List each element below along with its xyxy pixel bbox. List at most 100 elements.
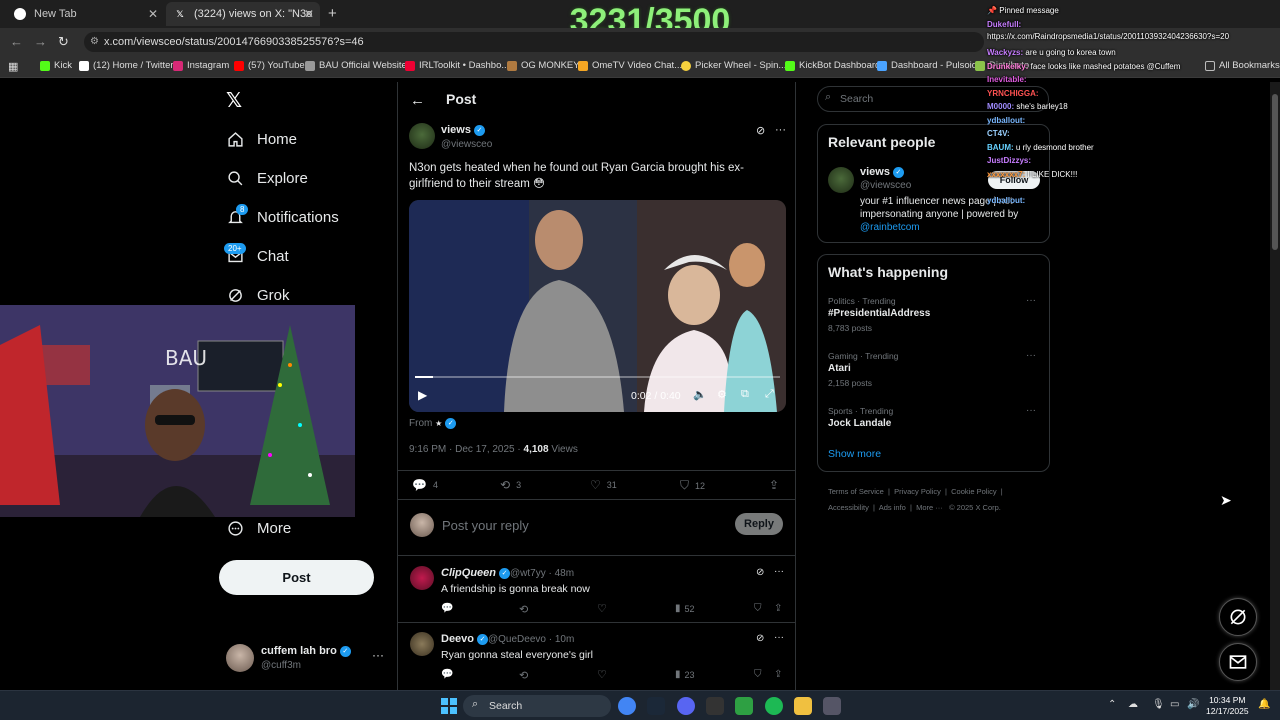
discord-icon[interactable]	[677, 697, 695, 715]
bookmark-picker-wheel[interactable]: Picker Wheel - Spin...	[681, 60, 786, 71]
relevant-link[interactable]: @rainbetcom	[860, 222, 920, 233]
volume-icon[interactable]: 🔊	[1187, 699, 1199, 710]
footer-link[interactable]: Terms of Service	[828, 487, 884, 496]
trend-item[interactable]: Sports · Trending Jock Landale ···	[818, 403, 1049, 439]
apps-icon[interactable]: ▦	[8, 60, 18, 73]
picture-in-picture-icon[interactable]: ⧉	[741, 388, 749, 401]
bookmark-og-monkey[interactable]: OG MONKEY	[507, 60, 580, 71]
tab-new-tab[interactable]: New Tab ✕	[6, 2, 164, 26]
bookmark-kick[interactable]: Kick	[40, 60, 72, 71]
grok-floating-button[interactable]	[1219, 598, 1257, 636]
like-action[interactable]: ♡	[597, 668, 607, 681]
like-action[interactable]: ♡	[597, 602, 607, 615]
notification-bell-icon[interactable]: 🔔	[1258, 699, 1270, 710]
views-action[interactable]: ▮ 23	[675, 669, 695, 680]
reply-action[interactable]: 💬 4	[412, 478, 438, 492]
footer-link[interactable]: Accessibility	[828, 503, 869, 512]
xbox-icon[interactable]	[735, 697, 753, 715]
share-action[interactable]: ⇪	[769, 478, 779, 492]
avatar[interactable]	[828, 167, 854, 193]
new-tab-icon[interactable]: +	[328, 5, 337, 22]
cloud-icon[interactable]: ☁	[1128, 699, 1138, 710]
app-icon[interactable]	[706, 697, 724, 715]
page-scrollbar[interactable]	[1270, 82, 1280, 690]
post-button[interactable]: Post	[219, 560, 374, 595]
list-item[interactable]: Deevo ✓ @QueDeevo · 10m ⊘ ··· Ryan gonna …	[398, 623, 796, 689]
more-options-icon[interactable]: ···	[1026, 405, 1036, 416]
nav-grok[interactable]: Grok	[226, 286, 290, 304]
nav-more[interactable]: More	[226, 519, 291, 537]
more-options-icon[interactable]: ···	[774, 632, 784, 643]
bookmark-instagram[interactable]: Instagram	[173, 60, 229, 71]
nav-home[interactable]: Home	[226, 130, 297, 148]
settings-icon[interactable]	[823, 697, 841, 715]
windows-start-icon[interactable]	[441, 698, 457, 714]
bookmark-kickbot[interactable]: KickBot Dashboard	[785, 60, 880, 71]
more-options-icon[interactable]: ···	[774, 566, 784, 577]
reply-action[interactable]: 💬	[441, 603, 453, 614]
video-progress-track[interactable]	[415, 376, 780, 378]
more-options-icon[interactable]: ···	[775, 124, 786, 136]
nav-explore[interactable]: Explore	[226, 169, 308, 187]
microphone-icon[interactable]: 🎙	[1152, 699, 1165, 710]
grok-icon[interactable]: ⊘	[756, 567, 764, 578]
trend-item[interactable]: Gaming · Trending Atari 2,158 posts ···	[818, 348, 1049, 396]
bookmark-ometv[interactable]: OmeTV Video Chat...	[578, 60, 682, 71]
video-player[interactable]: ▶ 0:02 / 0:40 🔈 ⚙ ⧉ ⤢	[409, 200, 786, 412]
bookmark-action[interactable]: ⛉ 12	[680, 478, 705, 493]
bookmark-irltoolkit[interactable]: IRLToolkit • Dashbo...	[405, 60, 509, 71]
forward-icon[interactable]: →	[34, 34, 47, 49]
settings-icon[interactable]: ⚙	[717, 388, 727, 401]
post-author-handle[interactable]: @viewsceo	[441, 139, 492, 150]
reply-author-name[interactable]: Deevo ✓	[441, 633, 489, 645]
avatar[interactable]	[409, 123, 435, 149]
repost-action[interactable]: ⟲	[519, 603, 528, 616]
relevant-handle[interactable]: @viewsceo	[860, 180, 911, 191]
reply-input[interactable]: Post your reply	[442, 518, 529, 533]
network-icon[interactable]: ▭	[1170, 699, 1179, 710]
fullscreen-icon[interactable]: ⤢	[765, 388, 774, 401]
more-options-icon[interactable]: ···	[1026, 295, 1036, 306]
scrollbar-thumb[interactable]	[1272, 94, 1278, 250]
avatar[interactable]	[410, 632, 434, 656]
steam-icon[interactable]	[647, 697, 665, 715]
back-icon[interactable]: ←	[10, 34, 23, 49]
relevant-name[interactable]: views ✓	[860, 166, 904, 178]
spotify-icon[interactable]	[765, 697, 783, 715]
url-field[interactable]: ⚙ x.com/viewsceo/status/2001476690338525…	[84, 32, 984, 52]
footer-link[interactable]: Ads info	[879, 503, 906, 512]
folder-icon[interactable]	[794, 697, 812, 715]
show-more-link[interactable]: Show more	[828, 448, 881, 460]
more-options-icon[interactable]: ···	[372, 648, 384, 662]
bookmark-bau[interactable]: BAU Official Website	[305, 60, 407, 71]
reload-icon[interactable]: ↻	[58, 34, 69, 50]
footer-link[interactable]: Privacy Policy	[894, 487, 941, 496]
more-options-icon[interactable]: ···	[1026, 350, 1036, 361]
messages-floating-button[interactable]	[1219, 643, 1257, 681]
grok-icon[interactable]: ⊘	[756, 124, 765, 137]
bookmark-action[interactable]: ⛉	[754, 603, 762, 614]
bookmark-action[interactable]: ⛉	[754, 669, 762, 680]
views-action[interactable]: ▮ 52	[675, 603, 695, 614]
back-arrow-icon[interactable]: ←	[410, 92, 425, 109]
avatar[interactable]	[410, 566, 434, 590]
site-info-icon[interactable]: ⚙	[90, 36, 99, 47]
bookmark-twitter[interactable]: (12) Home / Twitter	[79, 60, 174, 71]
repost-action[interactable]: ⟲	[519, 669, 528, 682]
like-action[interactable]: ♡ 31	[590, 478, 617, 492]
chrome-icon[interactable]	[618, 697, 636, 715]
taskbar-search[interactable]: ⌕ Search	[463, 695, 611, 717]
footer-link[interactable]: Cookie Policy	[951, 487, 996, 496]
x-logo-icon[interactable]: 𝕏	[226, 88, 242, 113]
close-icon[interactable]: ✕	[148, 7, 158, 21]
chevron-up-icon[interactable]: ⌃	[1108, 699, 1116, 710]
footer-link[interactable]: More ···	[916, 503, 943, 512]
share-action[interactable]: ⇪	[774, 603, 782, 614]
list-item[interactable]: ClipQueen ✓ @wt7yy · 48m ⊘ ··· A friendsh…	[398, 556, 796, 622]
reply-action[interactable]: 💬	[441, 669, 453, 680]
repost-action[interactable]: ⟲ 3	[500, 478, 521, 492]
bookmark-youtube[interactable]: (57) YouTube	[234, 60, 305, 71]
reply-button[interactable]: Reply	[735, 513, 783, 535]
bookmark-pulsoid[interactable]: Dashboard - Pulsoid	[877, 60, 977, 71]
post-author-name[interactable]: views ✓	[441, 124, 485, 136]
